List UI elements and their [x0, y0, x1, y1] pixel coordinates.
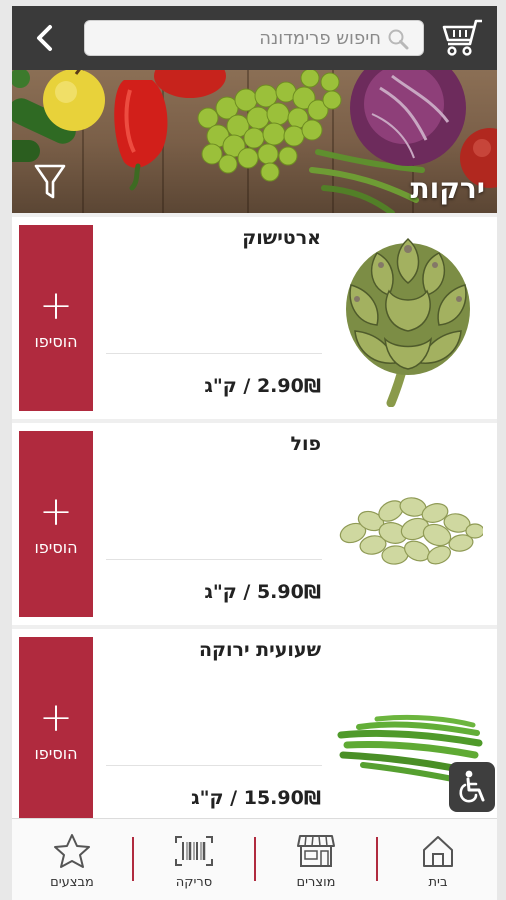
nav-label: מבצעים	[50, 875, 94, 890]
product-name: פול	[290, 433, 321, 455]
nav-home[interactable]: בית	[378, 819, 497, 900]
add-label: הוסיפו	[34, 743, 78, 763]
product-name: שעועית ירוקה	[198, 639, 321, 661]
barcode-icon	[175, 836, 213, 866]
home-icon	[423, 836, 453, 867]
product-card: + הוסיפו ארטישוק 2.90₪ / ק"ג	[12, 217, 497, 419]
search-box[interactable]	[84, 20, 424, 56]
product-price: 15.90₪ / ק"ג	[191, 787, 321, 809]
plus-icon: +	[39, 488, 73, 535]
nav-deals[interactable]: מבצעים	[12, 819, 132, 900]
product-price: 5.90₪ / ק"ג	[204, 581, 321, 603]
divider	[106, 765, 322, 766]
product-card: + הוסיפו פול 5.90₪ / ק"ג	[12, 423, 497, 625]
filter-icon	[34, 164, 66, 199]
cart-button[interactable]	[437, 16, 487, 60]
add-to-cart-button[interactable]: + הוסיפו	[19, 637, 93, 823]
product-list: + הוסיפו ארטישוק 2.90₪ / ק"ג + הוסיפו פו…	[12, 217, 497, 835]
wheelchair-icon	[459, 770, 485, 803]
category-banner: ירקות	[12, 70, 497, 213]
nav-label: מוצרים	[296, 875, 336, 890]
top-bar	[12, 6, 497, 70]
plus-icon: +	[39, 282, 73, 329]
bottom-nav: מבצעים סריקה מוצרים בית	[12, 818, 497, 900]
nav-label: סריקה	[175, 875, 213, 890]
add-to-cart-button[interactable]: + הוסיפו	[19, 225, 93, 411]
accessibility-button[interactable]	[449, 762, 495, 812]
artichoke-image[interactable]	[333, 227, 483, 407]
divider	[106, 559, 322, 560]
shopping-cart-icon	[442, 19, 482, 56]
store-icon	[297, 835, 335, 867]
nav-products[interactable]: מוצרים	[256, 819, 376, 900]
product-name: ארטישוק	[242, 227, 321, 249]
search-input[interactable]	[99, 22, 383, 54]
plus-icon: +	[39, 694, 73, 741]
product-card: + הוסיפו שעועית ירוקה 15.90₪ / ק"ג	[12, 629, 497, 831]
product-price: 2.90₪ / ק"ג	[204, 375, 321, 397]
add-label: הוסיפו	[34, 537, 78, 557]
app-frame: ירקות + הוסיפו ארטישוק 2.90₪ / ק"ג	[12, 6, 497, 900]
nav-scan[interactable]: סריקה	[134, 819, 254, 900]
search-icon	[388, 29, 409, 50]
add-label: הוסיפו	[34, 331, 78, 351]
category-title: ירקות	[410, 172, 485, 205]
back-button[interactable]	[26, 20, 62, 56]
filter-button[interactable]	[34, 163, 66, 205]
divider	[106, 353, 322, 354]
fava-beans-image[interactable]	[333, 433, 483, 613]
star-icon	[54, 834, 90, 868]
add-to-cart-button[interactable]: + הוסיפו	[19, 431, 93, 617]
chevron-left-icon	[37, 25, 52, 51]
nav-label: בית	[428, 875, 448, 890]
